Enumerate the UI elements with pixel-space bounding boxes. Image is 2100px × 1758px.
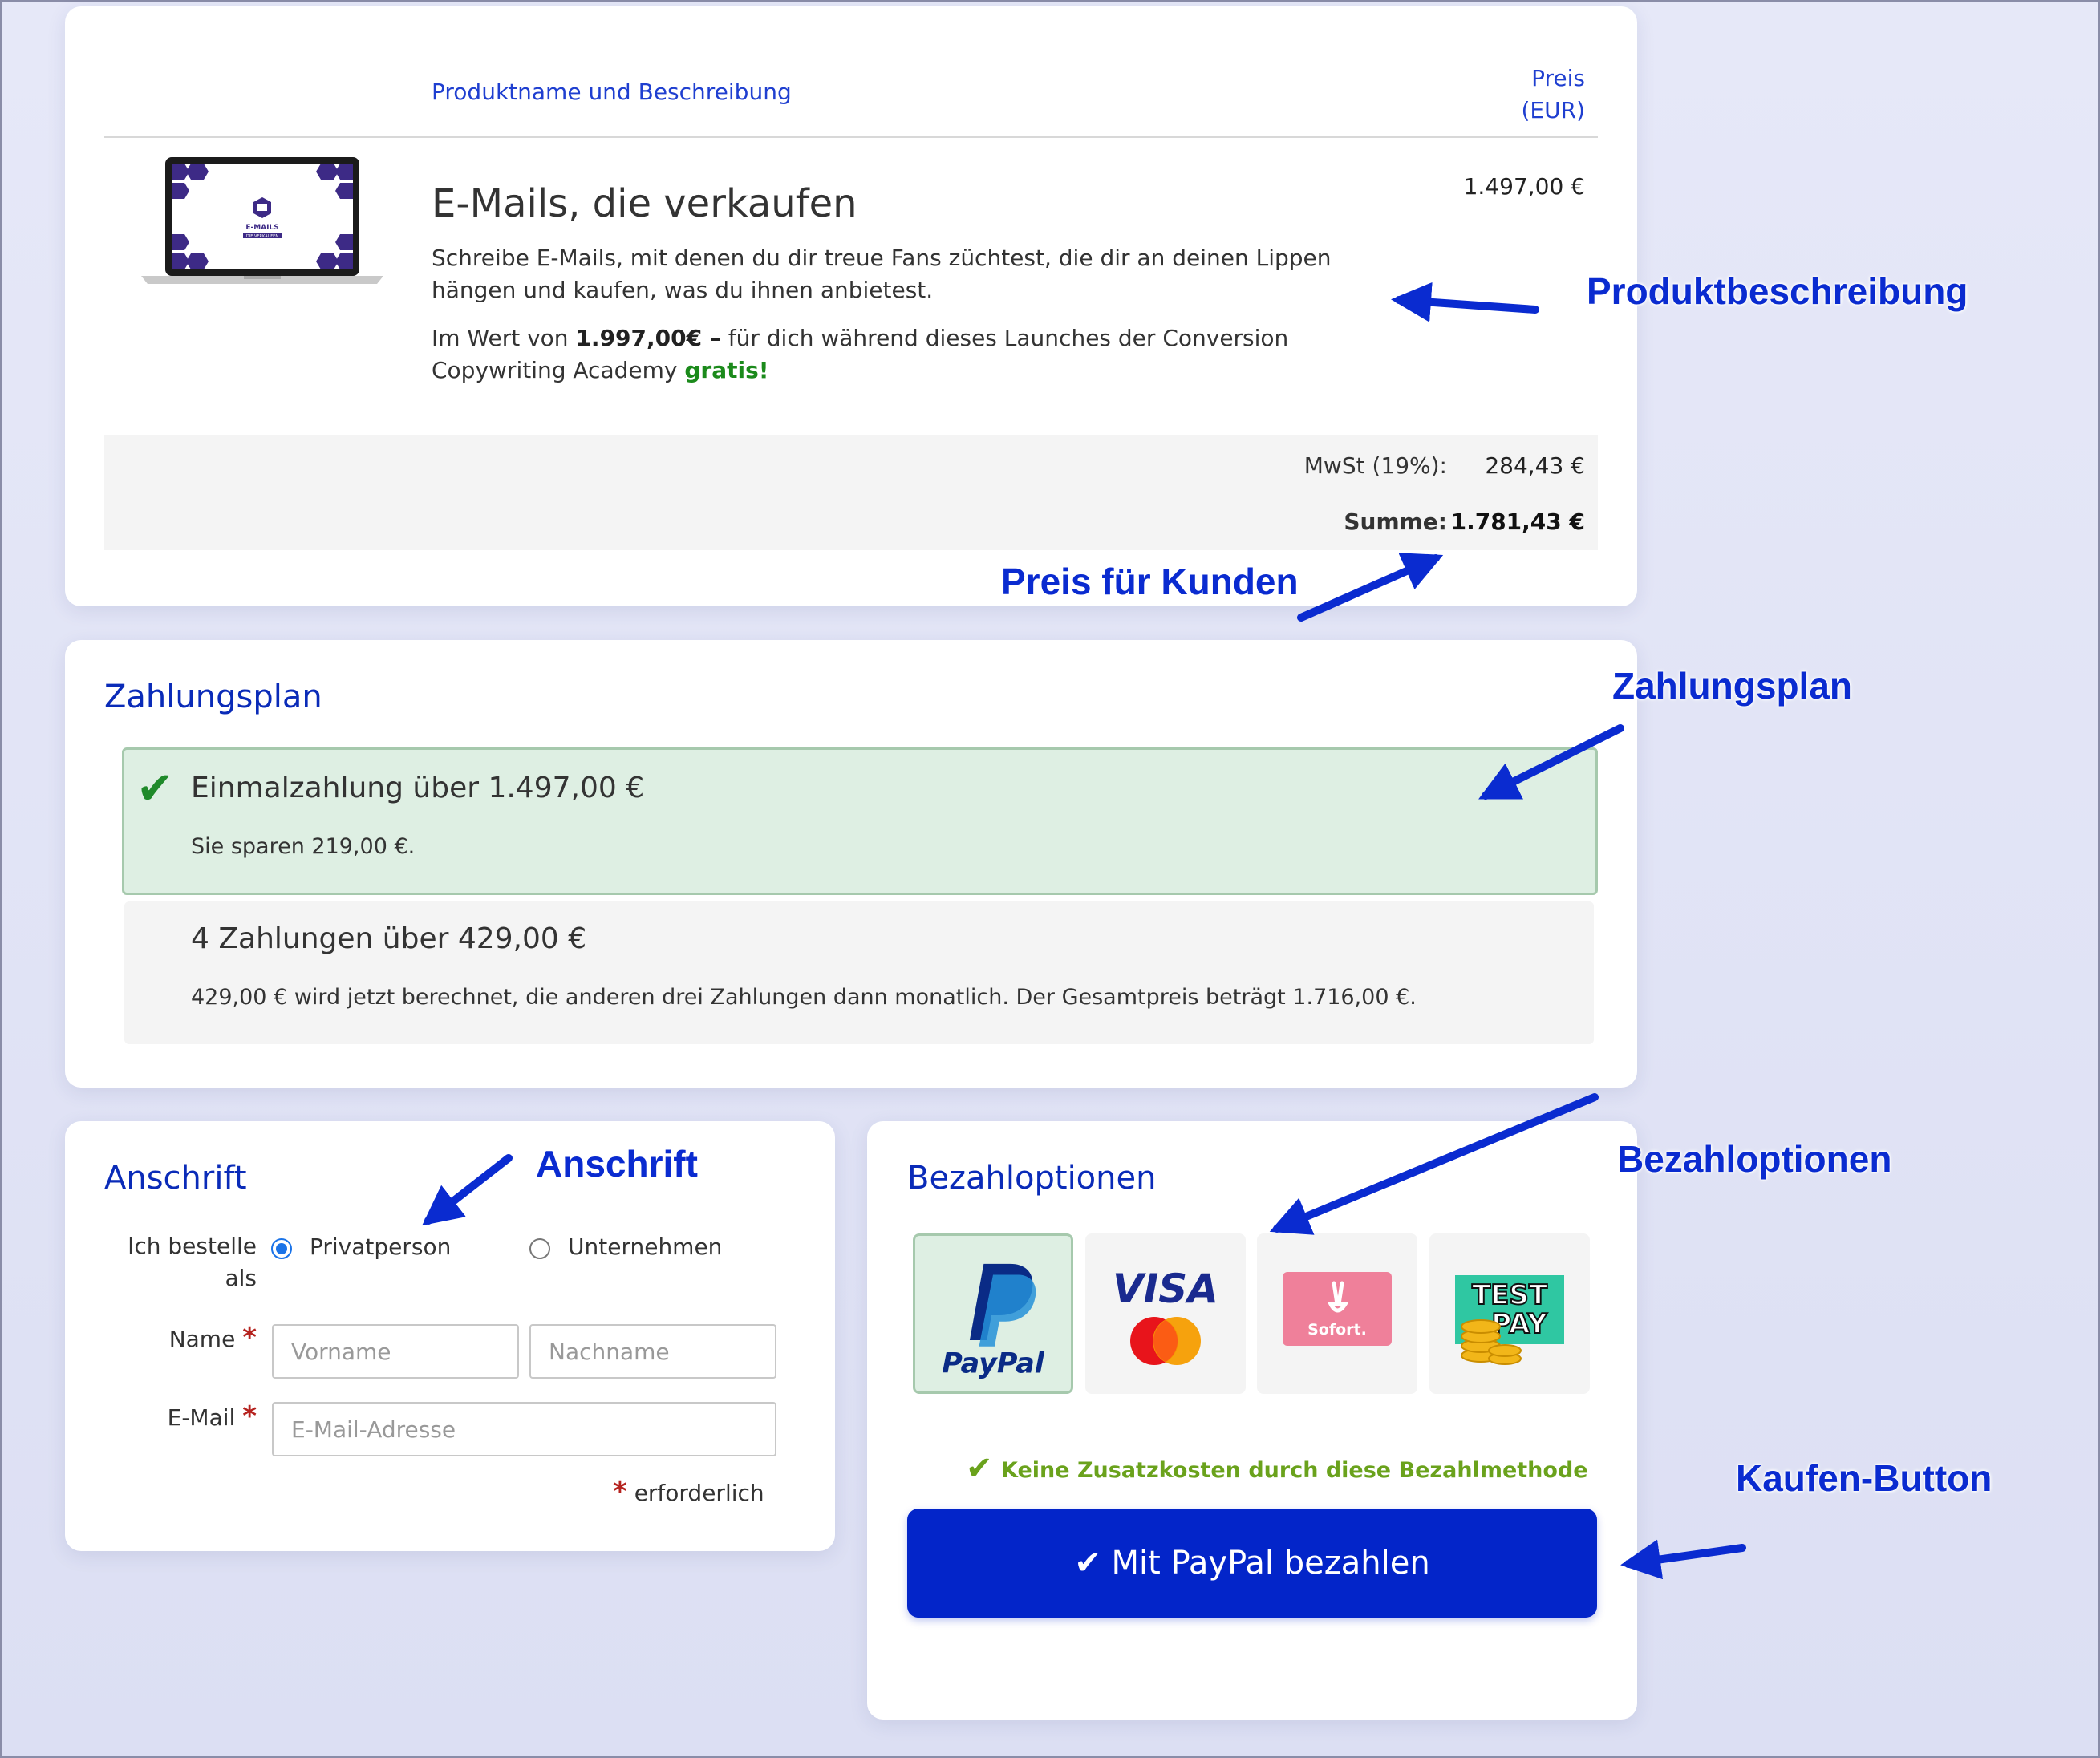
- vat-value: 284,43 €: [1485, 452, 1585, 479]
- no-fee-check-icon: ✔: [966, 1450, 993, 1487]
- payment-options-title: Bezahloptionen: [907, 1160, 1157, 1197]
- column-header-product: Produktname und Beschreibung: [432, 79, 792, 105]
- plan-option-onetime-title: Einmalzahlung über 1.497,00 €: [191, 772, 645, 804]
- sofort-option[interactable]: Sofort.: [1257, 1233, 1417, 1394]
- radio-private-label[interactable]: Privatperson: [310, 1233, 451, 1260]
- annotation-address: Anschrift: [536, 1143, 698, 1185]
- svg-text:PayPal: PayPal: [942, 1348, 1044, 1380]
- column-header-price: Preis (EUR): [1508, 63, 1586, 127]
- svg-text:DIE VERKAUFEN: DIE VERKAUFEN: [246, 234, 278, 239]
- plan-option-onetime-subtitle: Sie sparen 219,00 €.: [191, 834, 416, 859]
- plan-option-installments-subtitle: 429,00 € wird jetzt berechnet, die ander…: [191, 985, 1417, 1010]
- name-label: Name *: [120, 1322, 257, 1354]
- paypal-icon: PayPal: [942, 1263, 1045, 1380]
- svg-text:E-MAILS: E-MAILS: [245, 224, 278, 232]
- address-title: Anschrift: [104, 1160, 247, 1197]
- lastname-input[interactable]: [529, 1324, 776, 1379]
- svg-text:TEST: TEST: [1472, 1279, 1548, 1311]
- header-divider: [104, 136, 1598, 138]
- sofort-icon: Sofort.: [1283, 1272, 1392, 1346]
- product-description: Schreibe E-Mails, mit denen du dir treue…: [432, 245, 1332, 303]
- required-note: * erforderlich: [613, 1476, 764, 1508]
- radio-private[interactable]: [271, 1238, 292, 1259]
- svg-text:VISA: VISA: [1113, 1266, 1218, 1312]
- value-gratis: gratis!: [684, 357, 769, 383]
- annotation-buy-button: Kaufen-Button: [1736, 1457, 1993, 1499]
- required-asterisk: *: [242, 1322, 257, 1354]
- name-label-text: Name: [168, 1326, 236, 1352]
- payment-plan-title: Zahlungsplan: [104, 678, 322, 715]
- payment-options-card: [867, 1121, 1637, 1720]
- sum-value: 1.781,43 €: [1450, 508, 1585, 535]
- buy-button[interactable]: ✔ Mit PayPal bezahlen: [907, 1509, 1597, 1618]
- price-header-line2: (EUR): [1521, 97, 1586, 124]
- order-as-line1: Ich bestelle: [128, 1233, 257, 1259]
- sum-label: Summe:: [1344, 508, 1447, 535]
- testpay-icon: TEST PAY: [1455, 1275, 1564, 1365]
- order-as-label: Ich bestelle als: [120, 1230, 257, 1294]
- plan-option-onetime[interactable]: [122, 747, 1598, 895]
- vat-label: MwSt (19%):: [1303, 452, 1447, 479]
- check-icon: ✔: [136, 763, 174, 815]
- value-amount: 1.997,00€ –: [575, 325, 721, 351]
- no-fee-note: Keine Zusatzkosten durch diese Bezahlmet…: [1001, 1458, 1588, 1483]
- price-header-line1: Preis: [1531, 65, 1585, 91]
- product-title: E-Mails, die verkaufen: [432, 181, 857, 226]
- required-asterisk: *: [613, 1476, 627, 1508]
- plan-option-installments-title: 4 Zahlungen über 429,00 €: [191, 922, 587, 955]
- radio-company[interactable]: [529, 1238, 550, 1259]
- testpay-option[interactable]: TEST PAY: [1429, 1233, 1590, 1394]
- annotation-customer-price: Preis für Kunden: [1001, 561, 1299, 602]
- annotation-product-description: Produktbeschreibung: [1587, 270, 1968, 312]
- order-as-line2: als: [225, 1265, 257, 1291]
- required-note-text: erforderlich: [634, 1480, 764, 1506]
- required-asterisk: *: [242, 1400, 257, 1432]
- firstname-input[interactable]: [272, 1324, 519, 1379]
- annotation-payment-plan: Zahlungsplan: [1612, 665, 1852, 707]
- email-label: E-Mail *: [120, 1400, 257, 1432]
- visa-mastercard-icon: VISA: [1113, 1266, 1218, 1365]
- product-price: 1.497,00 €: [1463, 173, 1585, 200]
- svg-text:Sofort.: Sofort.: [1307, 1321, 1367, 1339]
- product-thumbnail: E-MAILS DIE VERKAUFEN: [141, 157, 383, 284]
- product-value: Im Wert von 1.997,00€ – für dich während…: [432, 322, 1418, 387]
- email-input[interactable]: [272, 1402, 776, 1456]
- radio-company-label[interactable]: Unternehmen: [568, 1233, 722, 1260]
- email-label-text: E-Mail: [167, 1404, 236, 1431]
- card-option[interactable]: VISA: [1085, 1233, 1246, 1394]
- value-prefix: Im Wert von: [432, 325, 576, 351]
- annotation-payment-options: Bezahloptionen: [1617, 1138, 1892, 1180]
- paypal-option[interactable]: PayPal: [913, 1233, 1073, 1394]
